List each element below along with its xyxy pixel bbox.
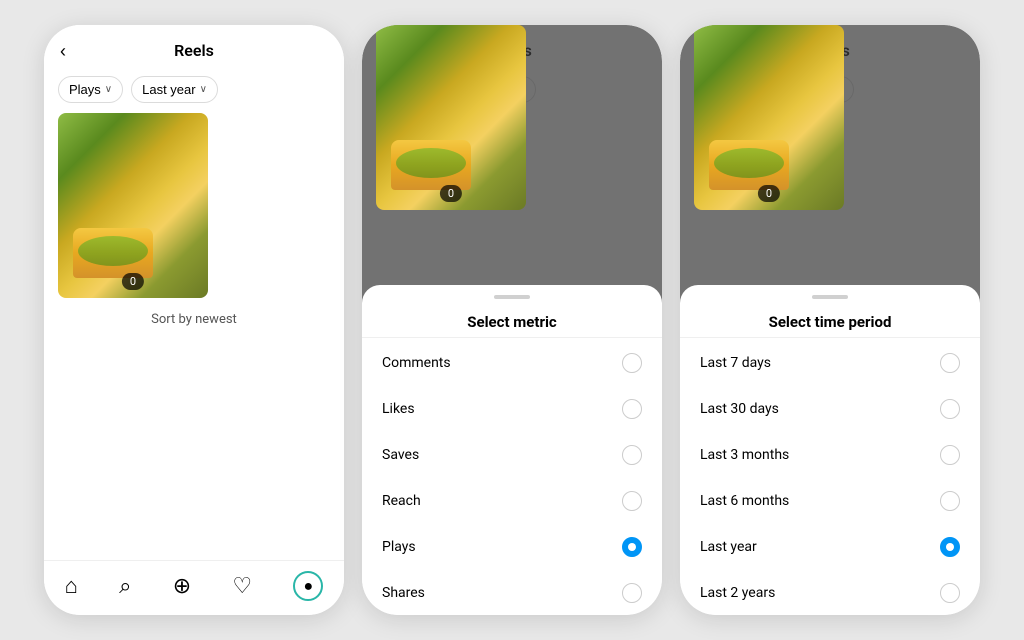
profile-icon[interactable]: ● <box>293 571 323 601</box>
reel-thumbnail-3 <box>694 25 844 210</box>
option-2years[interactable]: Last 2 years <box>680 570 980 615</box>
option-2years-label: Last 2 years <box>700 585 775 601</box>
reel-count-badge: 0 <box>122 273 144 290</box>
option-plays-label: Plays <box>382 539 416 555</box>
option-lastyear[interactable]: Last year <box>680 524 980 570</box>
lastyear-chevron-icon: ∨ <box>200 84 207 95</box>
radio-lastyear[interactable] <box>940 537 960 557</box>
plays-filter-button[interactable]: Plays ∨ <box>58 76 123 103</box>
sort-label: Sort by newest <box>44 298 344 331</box>
phone-3: ‹ Reels Plays ∨ Last year ∨ 0 Select tim… <box>680 25 980 615</box>
radio-reach[interactable] <box>622 491 642 511</box>
option-30days-label: Last 30 days <box>700 401 779 417</box>
radio-30days[interactable] <box>940 399 960 419</box>
option-7days-label: Last 7 days <box>700 355 771 371</box>
sheet-handle-3 <box>812 295 848 299</box>
option-reach[interactable]: Reach <box>362 478 662 524</box>
option-6months[interactable]: Last 6 months <box>680 478 980 524</box>
back-button[interactable]: ‹ <box>60 42 66 60</box>
lastyear-filter-label: Last year <box>142 82 195 97</box>
option-likes[interactable]: Likes <box>362 386 662 432</box>
phone-2: ‹ Reels Plays ∨ Last year ∨ 0 Select met… <box>362 25 662 615</box>
timeperiod-sheet: Select time period Last 7 days Last 30 d… <box>680 285 980 615</box>
option-6months-label: Last 6 months <box>700 493 789 509</box>
option-shares-label: Shares <box>382 585 425 601</box>
reel-thumbnail <box>58 113 208 298</box>
filter-row: Plays ∨ Last year ∨ <box>44 70 344 113</box>
option-saves[interactable]: Saves <box>362 432 662 478</box>
reel-thumbnail-2 <box>376 25 526 210</box>
option-shares[interactable]: Shares <box>362 570 662 615</box>
radio-likes[interactable] <box>622 399 642 419</box>
option-3months-label: Last 3 months <box>700 447 789 463</box>
sheet-handle <box>494 295 530 299</box>
option-saves-label: Saves <box>382 447 419 463</box>
radio-shares[interactable] <box>622 583 642 603</box>
reel-item-2: 0 <box>376 25 526 210</box>
reel-item[interactable]: 0 <box>58 113 208 298</box>
bottom-nav: ⌂ ⌕ ⊕ ♡ ● <box>44 560 344 615</box>
radio-plays[interactable] <box>622 537 642 557</box>
create-icon[interactable]: ⊕ <box>173 574 191 599</box>
home-icon[interactable]: ⌂ <box>65 573 78 599</box>
radio-6months[interactable] <box>940 491 960 511</box>
phone-1: ‹ Reels Plays ∨ Last year ∨ 0 Sort by ne… <box>44 25 344 615</box>
radio-saves[interactable] <box>622 445 642 465</box>
radio-comments[interactable] <box>622 353 642 373</box>
search-icon[interactable]: ⌕ <box>119 574 131 599</box>
plays-chevron-icon: ∨ <box>105 84 112 95</box>
lastyear-filter-button[interactable]: Last year ∨ <box>131 76 218 103</box>
plays-filter-label: Plays <box>69 82 101 97</box>
phone1-content: 0 Sort by newest <box>44 113 344 560</box>
radio-7days[interactable] <box>940 353 960 373</box>
option-3months[interactable]: Last 3 months <box>680 432 980 478</box>
phone1-header: ‹ Reels <box>44 25 344 70</box>
option-7days[interactable]: Last 7 days <box>680 340 980 386</box>
reel-item-3: 0 <box>694 25 844 210</box>
header-title: Reels <box>174 41 214 60</box>
reel-count-badge-2: 0 <box>440 185 462 202</box>
option-reach-label: Reach <box>382 493 421 509</box>
dark-overlay: 0 <box>362 25 662 305</box>
option-lastyear-label: Last year <box>700 539 757 555</box>
likes-icon[interactable]: ♡ <box>232 574 252 599</box>
reel-count-badge-3: 0 <box>758 185 780 202</box>
dark-overlay-3: 0 <box>680 25 980 305</box>
option-comments[interactable]: Comments <box>362 340 662 386</box>
option-30days[interactable]: Last 30 days <box>680 386 980 432</box>
radio-2years[interactable] <box>940 583 960 603</box>
sheet-title-3: Select time period <box>680 303 980 338</box>
option-comments-label: Comments <box>382 355 451 371</box>
option-likes-label: Likes <box>382 401 415 417</box>
metric-sheet: Select metric Comments Likes Saves Reach… <box>362 285 662 615</box>
sheet-title: Select metric <box>362 303 662 338</box>
option-plays[interactable]: Plays <box>362 524 662 570</box>
radio-3months[interactable] <box>940 445 960 465</box>
